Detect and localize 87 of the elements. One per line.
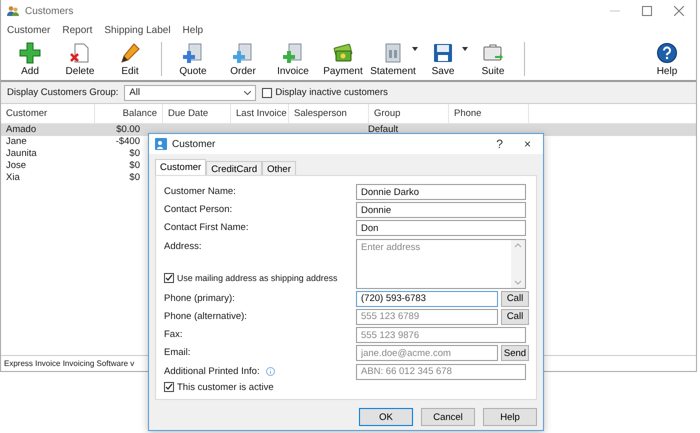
dialog-title: Customer — [172, 138, 216, 150]
app-icon — [155, 138, 167, 150]
close-icon[interactable] — [674, 6, 684, 16]
table-cell-text: Jaunita — [5, 148, 38, 160]
table-cell-text: $0 — [128, 148, 141, 160]
toolbar-button[interactable]: Payment — [318, 39, 368, 79]
column-header[interactable]: Group — [369, 104, 449, 123]
input-field[interactable]: Donnie — [356, 202, 526, 218]
column-header[interactable]: Phone — [449, 104, 529, 123]
menu-item[interactable]: Shipping Label — [104, 24, 171, 36]
help-icon — [656, 42, 678, 64]
table-cell-text: Jose — [5, 160, 28, 172]
input-field[interactable]: 555 123 6789 — [356, 308, 498, 325]
field-label: Fax: — [164, 328, 182, 342]
menu-item[interactable]: Report — [62, 24, 92, 36]
money-icon — [332, 42, 354, 64]
toolbar-button[interactable]: Save — [418, 39, 468, 79]
column-header[interactable]: Due Date — [163, 104, 231, 123]
field-label: Phone (alternative): — [164, 310, 247, 324]
menu-item[interactable]: Help — [182, 24, 204, 36]
maximize-icon[interactable] — [642, 6, 652, 16]
tab[interactable]: Customer — [155, 159, 206, 175]
column-header[interactable]: Last Invoice — [231, 104, 289, 123]
dialog-button[interactable]: Help — [483, 408, 537, 426]
document-plus-icon — [282, 42, 304, 64]
input-field[interactable]: ABN: 66 012 345 678 — [356, 364, 526, 380]
action-button[interactable]: Send — [501, 345, 529, 362]
input-field[interactable]: Don — [356, 220, 526, 236]
document-plus-icon — [182, 42, 204, 64]
toolbar-button[interactable]: Delete — [55, 39, 105, 79]
tab[interactable]: CreditCard — [206, 161, 262, 175]
field-label: Contact First Name: — [164, 221, 248, 236]
dialog-button[interactable]: OK — [359, 408, 413, 426]
checkbox-label: Display inactive customers — [275, 87, 388, 98]
help-button[interactable]: ? — [496, 137, 503, 151]
table-cell-text: Amado — [5, 124, 38, 136]
checkbox-label: Use mailing address as shipping address — [177, 272, 338, 283]
input-field[interactable]: jane.doe@acme.com — [356, 345, 498, 362]
toolbar-button[interactable]: Edit — [105, 39, 155, 79]
table-cell-text: $0 — [128, 160, 141, 172]
checkmark-icon — [165, 274, 173, 282]
table-cell-text: $0 — [128, 172, 141, 184]
toolbar-button[interactable]: Quote — [168, 39, 218, 79]
field-label: Customer Name: — [164, 185, 236, 199]
toolbar-button[interactable]: Suite — [468, 39, 518, 79]
dialog-button[interactable]: Cancel — [421, 408, 475, 426]
field-label: Address: — [164, 240, 202, 254]
checkmark-icon — [165, 383, 173, 392]
scrollbar[interactable] — [511, 240, 525, 288]
group-dropdown[interactable]: All — [124, 84, 256, 100]
toolbar-button[interactable]: Invoice — [268, 39, 318, 79]
table-cell-text: $0.00 — [115, 124, 141, 136]
table-cell-text: Xia — [5, 172, 21, 184]
action-button[interactable]: Call — [501, 308, 529, 325]
toolbar-button[interactable]: Help — [642, 39, 692, 79]
close-button[interactable]: × — [524, 137, 531, 151]
window-title: Customers — [25, 6, 74, 16]
table-cell-text: Jane — [5, 136, 28, 148]
field-label: Contact Person: — [164, 203, 232, 218]
document-plus-icon — [232, 42, 254, 64]
field-label: Phone (primary): — [164, 292, 235, 306]
checkbox-label: This customer is active — [177, 382, 274, 393]
briefcase-icon — [482, 42, 504, 64]
tab[interactable]: Other — [262, 161, 296, 175]
toolbar-button[interactable]: Order — [218, 39, 268, 79]
checkbox[interactable] — [262, 88, 272, 98]
plus-icon — [19, 42, 41, 64]
input-field[interactable]: Donnie Darko — [356, 184, 526, 200]
checkbox[interactable] — [164, 272, 174, 283]
checkbox[interactable] — [164, 382, 174, 392]
column-header[interactable]: Salesperson — [289, 104, 369, 123]
filter-label: Display Customers Group: — [7, 87, 118, 98]
action-button[interactable]: Call — [501, 290, 529, 307]
table-cell-text: Default — [367, 124, 400, 136]
column-header[interactable]: Balance — [95, 104, 163, 123]
table-cell-text: -$400 — [114, 136, 141, 148]
menu-item[interactable]: Customer — [7, 24, 50, 36]
chevron-down-icon — [244, 90, 252, 94]
address-field[interactable]: Enter address — [356, 238, 526, 289]
toolbar-button[interactable]: Add — [5, 39, 55, 79]
people-icon — [7, 5, 19, 17]
input-field[interactable]: (720) 593-6783 — [356, 290, 498, 307]
column-header[interactable]: Customer — [1, 104, 95, 123]
pencil-icon — [119, 42, 141, 64]
document-delete-icon — [69, 42, 91, 64]
input-field[interactable]: 555 123 9876 — [356, 327, 526, 344]
toolbar-button[interactable]: Statement — [368, 39, 418, 79]
